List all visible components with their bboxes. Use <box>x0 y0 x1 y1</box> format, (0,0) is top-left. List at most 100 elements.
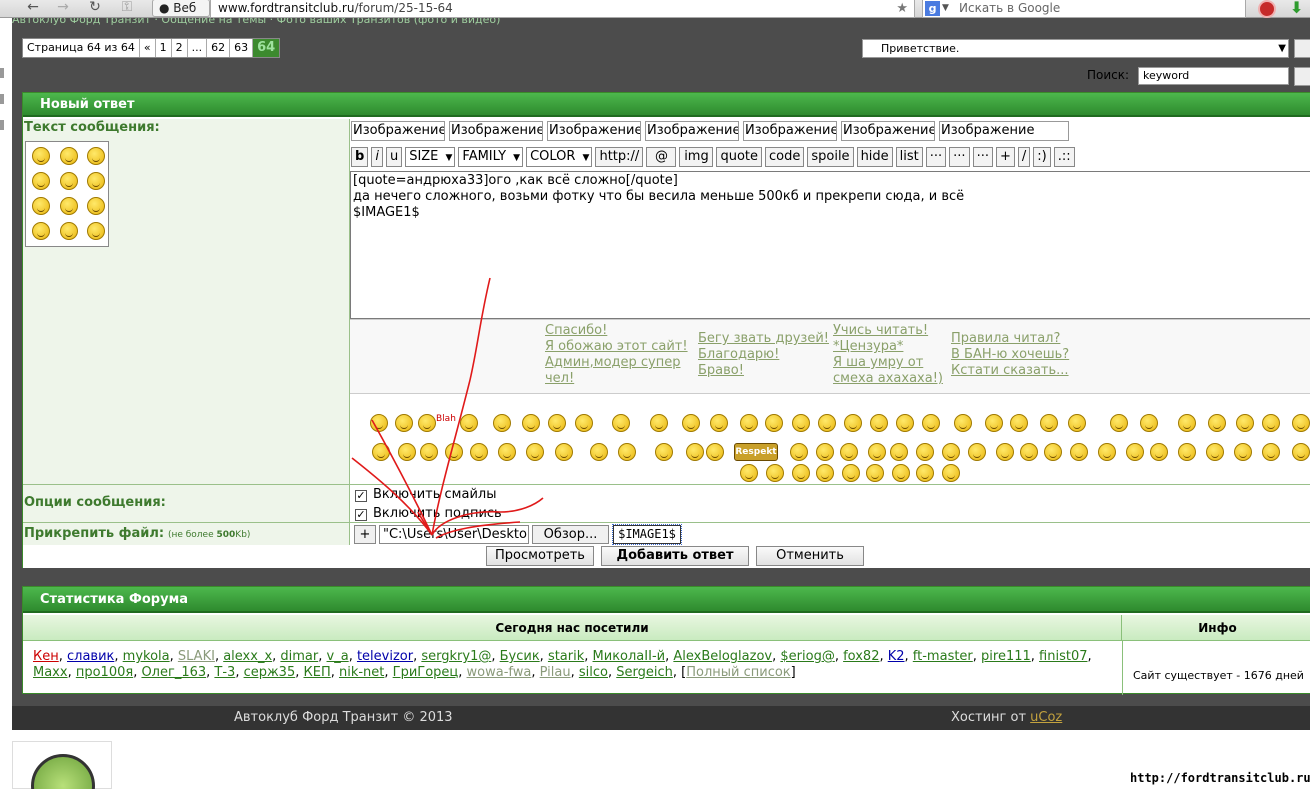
emoticon-icon[interactable] <box>840 443 858 461</box>
emoticon-icon[interactable] <box>866 464 884 482</box>
visitor-link[interactable]: серж35 <box>244 665 296 680</box>
breadcrumb[interactable]: Автоклуб Форд Транзит · Общение на темы … <box>12 18 612 28</box>
smiley-icon[interactable] <box>60 197 78 215</box>
visitor-link[interactable]: SLAKI <box>178 649 215 664</box>
visitor-link[interactable]: AlexBeloglazov <box>673 649 772 664</box>
chevron-down-icon[interactable]: ▼ <box>942 0 949 17</box>
quote-button[interactable]: quote <box>716 147 762 167</box>
smiley-icon[interactable] <box>32 222 50 240</box>
emoticon-icon[interactable] <box>1040 414 1058 432</box>
search-input[interactable]: keyword <box>1138 67 1289 85</box>
emoticon-icon[interactable] <box>816 443 834 461</box>
emoticon-icon[interactable] <box>792 414 810 432</box>
emoticon-icon[interactable] <box>686 443 704 461</box>
emoticon-icon[interactable] <box>650 414 668 432</box>
visitor-link[interactable]: pire111 <box>981 649 1031 664</box>
image-button[interactable]: Изображение <box>449 121 543 141</box>
emoticon-icon[interactable] <box>370 414 388 432</box>
emoticon-icon[interactable] <box>398 443 416 461</box>
emoticon-icon[interactable] <box>710 414 728 432</box>
visitor-link[interactable]: wowa-fwa <box>467 665 532 680</box>
emoticon-icon[interactable] <box>1236 414 1254 432</box>
emoticon-icon[interactable] <box>1126 443 1144 461</box>
emoticon-icon[interactable] <box>522 414 540 432</box>
address-bar[interactable]: www.fordtransitclub.ru/forum/25-15-64 ★ <box>210 0 915 18</box>
blah-emoticon-label[interactable]: Blah <box>436 414 456 424</box>
quick-phrase[interactable]: Я ша умру от <box>833 355 923 371</box>
emoticon-icon[interactable] <box>372 443 390 461</box>
emoticon-icon[interactable] <box>655 443 673 461</box>
emoticon-icon[interactable] <box>460 414 478 432</box>
full-list-link[interactable]: Полный список <box>686 665 790 680</box>
emoticon-icon[interactable] <box>493 414 511 432</box>
preview-button[interactable]: Просмотреть <box>486 546 594 566</box>
visitor-link[interactable]: mykola <box>123 649 170 664</box>
emoticon-icon[interactable] <box>890 443 908 461</box>
visitor-link[interactable]: ГриГорец <box>393 665 459 680</box>
color-select[interactable]: COLOR <box>526 147 593 167</box>
more-button[interactable]: ··· <box>949 147 970 167</box>
emoticon-icon[interactable] <box>1044 443 1062 461</box>
visitor-link[interactable]: про100я <box>76 665 133 680</box>
page-ellipsis[interactable]: ... <box>187 39 208 57</box>
emoticon-icon[interactable] <box>790 443 808 461</box>
file-path-input[interactable]: "C:\Users\User\Deskto <box>379 525 529 544</box>
add-file-button[interactable]: + <box>354 525 376 544</box>
visitor-link[interactable]: fox82 <box>843 649 879 664</box>
emoticon-icon[interactable] <box>1262 414 1280 432</box>
emoticon-icon[interactable] <box>954 414 972 432</box>
emoticon-icon[interactable] <box>1150 443 1168 461</box>
smiley-icon[interactable] <box>60 147 78 165</box>
smiley-icon[interactable] <box>60 222 78 240</box>
quick-phrase[interactable]: Учись читать! <box>833 323 928 339</box>
image-button[interactable]: Изображение <box>645 121 739 141</box>
emoticon-icon[interactable] <box>870 414 888 432</box>
page-62[interactable]: 62 <box>207 39 231 57</box>
emoticon-icon[interactable] <box>842 464 860 482</box>
emoticon-icon[interactable] <box>682 414 700 432</box>
ucoz-link[interactable]: uCoz <box>1030 710 1062 725</box>
emoticon-icon[interactable] <box>1010 414 1028 432</box>
emoticon-icon[interactable] <box>996 443 1014 461</box>
message-textarea[interactable]: [quote=андрюха33]ого ,как всё сложно[/qu… <box>350 171 1310 319</box>
add-button[interactable]: + <box>995 147 1015 167</box>
emoticon-icon[interactable] <box>1098 443 1116 461</box>
visitor-link[interactable]: starik <box>548 649 584 664</box>
more-button[interactable]: ··· <box>925 147 947 167</box>
image-tag-field[interactable]: $IMAGE1$ <box>612 524 682 545</box>
visitor-link[interactable]: finist07 <box>1039 649 1087 664</box>
smiley-icon[interactable] <box>87 147 105 165</box>
page-63[interactable]: 63 <box>230 39 254 57</box>
image-button[interactable]: Изображение <box>743 121 837 141</box>
emoticon-icon[interactable] <box>498 443 516 461</box>
cancel-button[interactable]: Отменить <box>756 546 864 566</box>
reload-icon[interactable]: ↻ <box>84 0 106 17</box>
back-arrow-icon[interactable]: ← <box>22 0 44 17</box>
emoticon-icon[interactable] <box>612 414 630 432</box>
browse-button[interactable]: Обзор... <box>532 525 609 544</box>
quick-phrase[interactable]: Бегу звать друзей! <box>698 331 829 347</box>
url-button[interactable]: http:// <box>595 147 644 167</box>
emoticon-icon[interactable] <box>1110 414 1128 432</box>
visitor-link[interactable]: nik-net <box>339 665 384 680</box>
emoticon-icon[interactable] <box>1020 443 1038 461</box>
emoticon-icon[interactable] <box>618 443 636 461</box>
web-button[interactable]: ● Веб <box>152 0 210 17</box>
image-button[interactable]: Изображение <box>351 121 445 141</box>
emoticon-icon[interactable] <box>575 414 593 432</box>
close-tag-button[interactable]: / <box>1017 147 1031 167</box>
page-prev[interactable]: « <box>139 39 156 57</box>
visitor-link[interactable]: Кен <box>33 649 59 664</box>
visitor-link[interactable]: $eriog@ <box>780 649 834 664</box>
smiley-icon[interactable] <box>32 172 50 190</box>
family-select[interactable]: FAMILY <box>458 147 524 167</box>
emoticon-icon[interactable] <box>1070 443 1088 461</box>
emoticon-icon[interactable] <box>445 443 463 461</box>
emoticon-icon[interactable] <box>1262 443 1280 461</box>
emoticon-icon[interactable] <box>916 464 934 482</box>
bookmark-star-icon[interactable]: ★ <box>896 0 908 17</box>
quick-phrase[interactable]: В БАН-ю хочешь? <box>951 347 1069 363</box>
visitor-link[interactable]: МиколаII-й <box>593 649 666 664</box>
quick-phrase[interactable]: Благодарю! <box>698 347 779 363</box>
visitor-link[interactable]: televizor <box>357 649 413 664</box>
